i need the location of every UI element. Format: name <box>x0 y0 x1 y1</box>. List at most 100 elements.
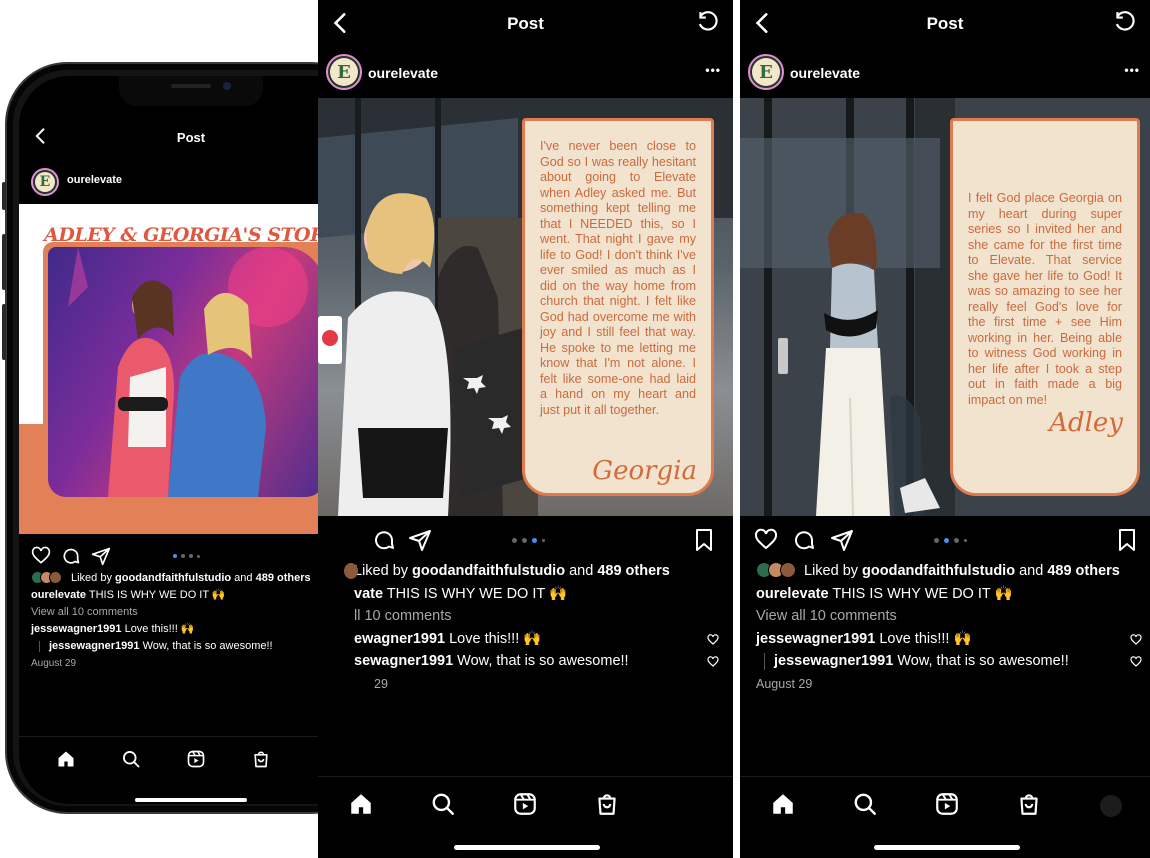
avatar[interactable]: E <box>748 54 784 90</box>
more-options-icon[interactable]: ••• <box>1124 63 1140 77</box>
comment-username[interactable]: jessewagner1991 <box>31 623 122 635</box>
bottom-nav <box>740 776 1150 836</box>
reply-username[interactable]: jessewagner1991 <box>774 653 893 669</box>
reels-icon[interactable] <box>512 791 538 817</box>
home-indicator[interactable] <box>454 845 600 850</box>
post-header: Post <box>19 120 363 166</box>
post-date: August 29 <box>31 658 77 669</box>
reply-like-icon[interactable] <box>1130 656 1142 668</box>
liked-by-user-link[interactable]: goodandfaithfulstudio <box>412 563 565 579</box>
view-all-comments-link[interactable]: View all 10 comments <box>31 604 351 621</box>
view-all-comments-link[interactable]: View all 10 comments <box>756 605 1142 628</box>
reply-username[interactable]: jessewagner1991 <box>49 640 140 652</box>
reply-row: jessewagner1991 Wow, that is so awesome!… <box>756 650 1142 673</box>
avatar[interactable]: E <box>326 54 362 90</box>
liker-avatars <box>756 562 800 578</box>
liked-by-row[interactable]: Liked by goodandfaithfulstudio and 489 o… <box>756 560 1142 583</box>
liked-by-row[interactable]: Liked by goodandfaithfulstudio and 489 o… <box>318 560 723 583</box>
post-actions <box>318 524 733 564</box>
phone-volume-up <box>2 234 6 290</box>
caption-username[interactable]: ourelevate <box>31 589 86 601</box>
post-meta: Liked by goodandfaithfulstudio and 489 o… <box>31 570 351 672</box>
home-icon[interactable] <box>56 749 76 769</box>
post-username[interactable]: ourelevate <box>368 65 438 81</box>
home-icon[interactable] <box>770 791 796 817</box>
friends-photo <box>68 247 308 497</box>
page-title: Post <box>507 14 544 33</box>
testimony-text: I've never been close to God so I was re… <box>540 139 696 417</box>
share-icon[interactable] <box>91 546 111 566</box>
comment-username[interactable]: jessewagner1991 <box>756 631 875 647</box>
phone-notch <box>119 76 263 106</box>
comment-icon[interactable] <box>372 528 396 552</box>
post-image[interactable]: I felt God place Georgia on my heart dur… <box>740 98 1150 516</box>
shop-icon[interactable] <box>251 749 271 769</box>
bookmark-icon[interactable] <box>693 528 715 552</box>
likes-count-link[interactable]: 489 others <box>256 572 311 584</box>
home-icon[interactable] <box>348 791 374 817</box>
post-image[interactable]: I've never been close to God so I was re… <box>318 98 733 516</box>
phone-screen: Post E ourelevate ••• ADLEY & GEORGIA'S … <box>19 76 363 804</box>
home-indicator[interactable] <box>135 798 247 802</box>
testimony-card: I felt God place Georgia on my heart dur… <box>950 118 1140 496</box>
post-author-row: E ourelevate ••• <box>740 52 1150 94</box>
testimony-signature: Adley <box>1049 407 1123 438</box>
avatar[interactable]: E <box>31 168 59 196</box>
view-all-comments-link[interactable]: ll 10 comments <box>318 605 723 628</box>
liked-by-row[interactable]: Liked by goodandfaithfulstudio and 489 o… <box>31 570 351 587</box>
reply-like-icon[interactable] <box>707 656 719 668</box>
reply-row: jessewagner1991 Wow, that is so awesome!… <box>31 638 351 655</box>
screen-georgia-slide: Post E ourelevate ••• I've never been cl… <box>318 0 733 858</box>
caption-username[interactable]: vate <box>354 586 383 602</box>
likes-count-link[interactable]: 489 others <box>1047 563 1120 579</box>
refresh-icon[interactable] <box>1112 10 1138 36</box>
comment-like-icon[interactable] <box>1130 633 1142 646</box>
reels-icon[interactable] <box>186 749 206 769</box>
shop-icon[interactable] <box>1016 791 1042 817</box>
shop-icon[interactable] <box>594 791 620 817</box>
page-title: Post <box>926 14 964 33</box>
more-options-icon[interactable]: ••• <box>705 63 721 77</box>
comment-username[interactable]: ewagner1991 <box>354 631 445 647</box>
heart-icon[interactable] <box>31 546 51 566</box>
caption: ourelevate THIS IS WHY WE DO IT 🙌 <box>756 585 1013 602</box>
carousel-dots <box>512 538 545 543</box>
liked-by-user-link[interactable]: goodandfaithfulstudio <box>115 572 231 584</box>
profile-avatar-tab[interactable] <box>1100 795 1122 817</box>
caption-username[interactable]: ourelevate <box>756 586 829 602</box>
reply-row: sewagner1991 Wow, that is so awesome!! <box>318 650 723 673</box>
page-title: Post <box>176 130 206 145</box>
comment-like-icon[interactable] <box>707 633 719 646</box>
share-icon[interactable] <box>408 528 432 552</box>
testimony-signature: Georgia <box>592 455 697 486</box>
post-username[interactable]: ourelevate <box>67 174 122 186</box>
heart-icon[interactable] <box>754 528 778 552</box>
liked-by-user-link[interactable]: goodandfaithfulstudio <box>862 563 1015 579</box>
refresh-icon[interactable] <box>695 10 721 36</box>
search-icon[interactable] <box>121 749 141 769</box>
reply-username[interactable]: sewagner1991 <box>354 653 453 669</box>
comment-icon[interactable] <box>61 546 81 566</box>
likes-count-link[interactable]: 489 others <box>597 563 670 579</box>
home-indicator[interactable] <box>874 845 1020 850</box>
post-header: Post <box>740 0 1150 46</box>
comment-icon[interactable] <box>792 528 816 552</box>
post-image[interactable]: ADLEY & GEORGIA'S STORY <box>19 204 363 534</box>
carousel-dots <box>173 554 200 558</box>
post-meta: Liked by goodandfaithfulstudio and 489 o… <box>756 560 1142 695</box>
post-author-row: E ourelevate ••• <box>19 164 363 206</box>
post-username[interactable]: ourelevate <box>790 65 860 81</box>
post-actions <box>740 524 1150 564</box>
reels-icon[interactable] <box>934 791 960 817</box>
screen-adley-slide: Post E ourelevate ••• I felt God place G… <box>740 0 1150 858</box>
bookmark-icon[interactable] <box>1116 528 1138 552</box>
comment-row: ewagner1991 Love this!!! 🙌 <box>318 628 723 651</box>
search-icon[interactable] <box>852 791 878 817</box>
phone-mute-switch <box>2 182 6 210</box>
comment-row: jessewagner1991 Love this!!! 🙌 <box>756 628 1142 651</box>
search-icon[interactable] <box>430 791 456 817</box>
share-icon[interactable] <box>830 528 854 552</box>
bottom-nav <box>318 776 733 836</box>
story-photo-frame <box>43 242 329 502</box>
caption: vate THIS IS WHY WE DO IT 🙌 <box>354 585 568 602</box>
